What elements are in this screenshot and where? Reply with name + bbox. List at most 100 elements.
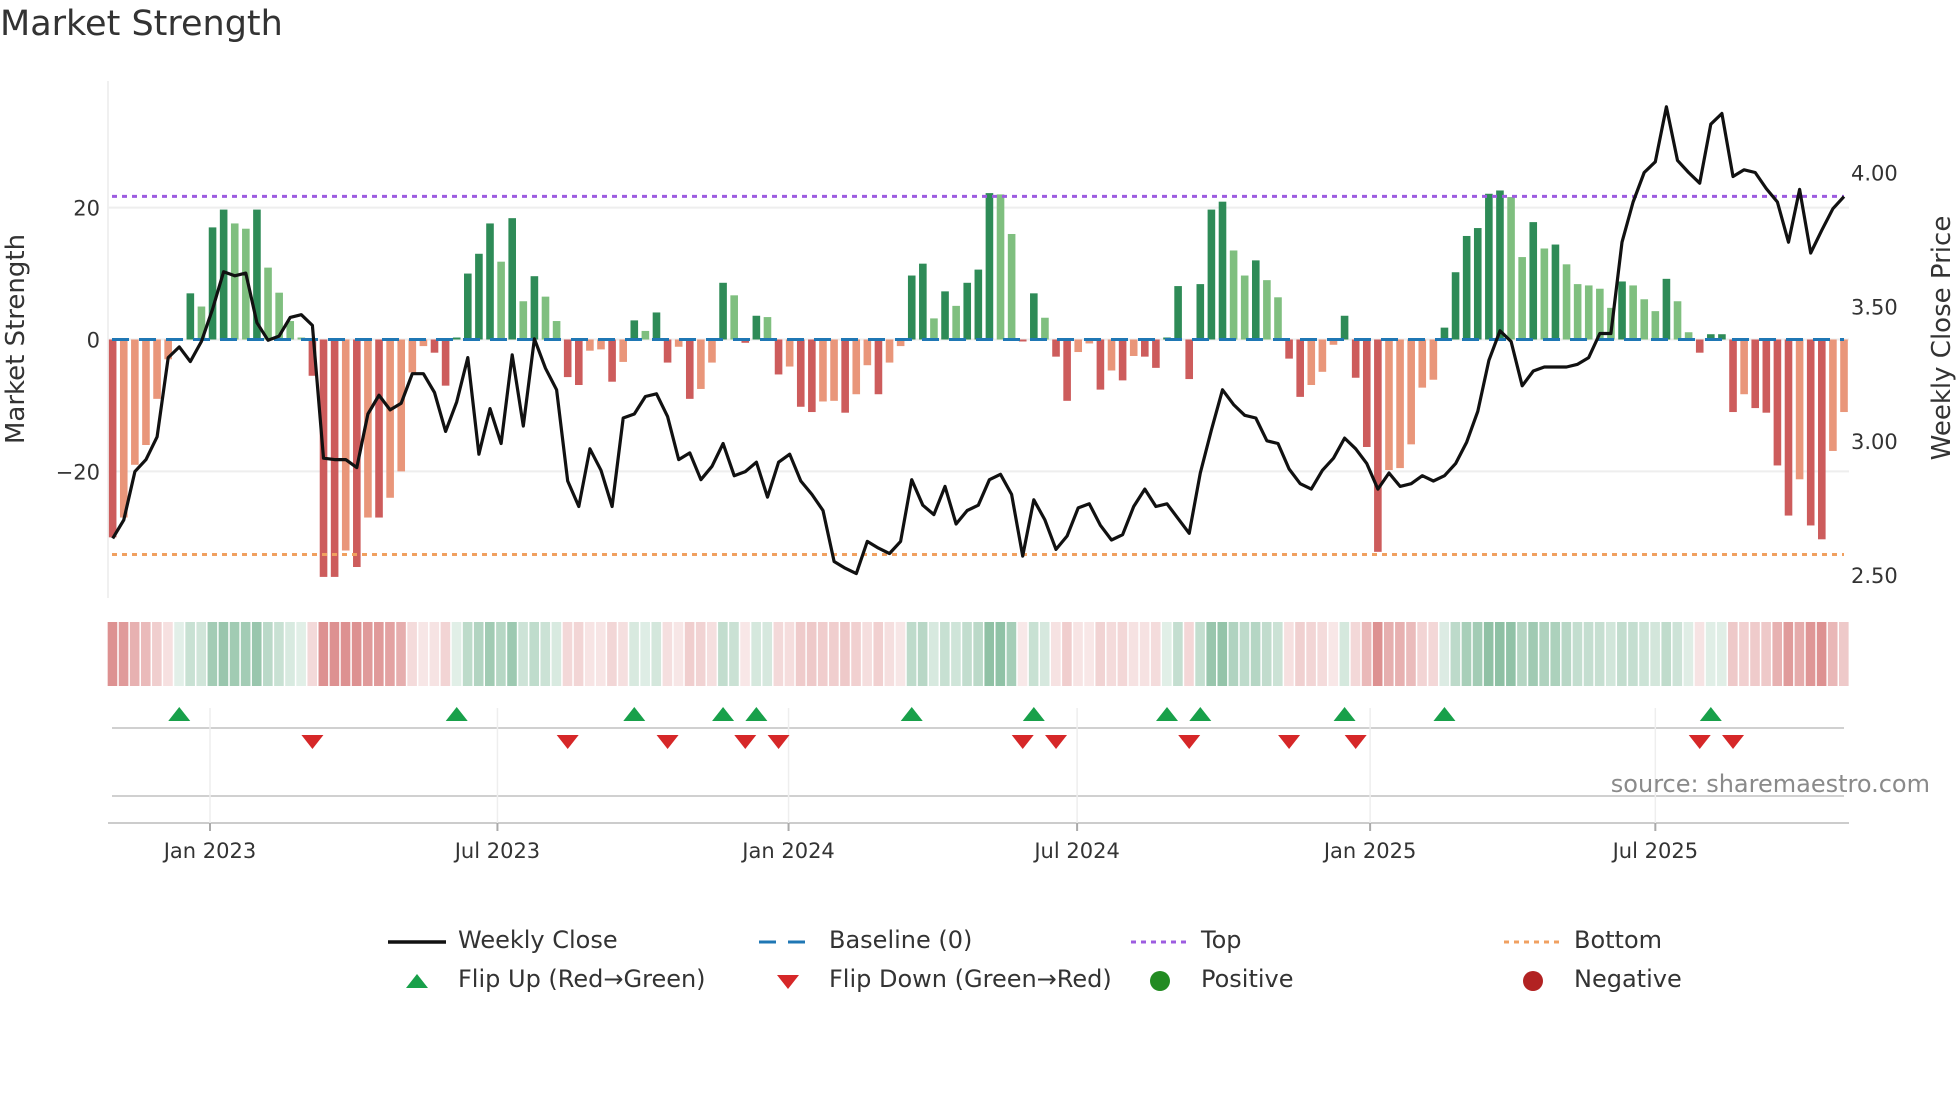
strip-cell <box>296 622 306 686</box>
strength-bar <box>430 339 439 353</box>
strip-cell <box>1583 622 1594 686</box>
strength-bar <box>1651 311 1660 340</box>
y-axis-label-left: Market Strength <box>1 234 31 444</box>
strip-cell <box>840 622 850 686</box>
strength-bar <box>885 339 894 363</box>
strip-cell <box>329 622 340 686</box>
strip-cell <box>629 622 639 686</box>
strip-cell <box>185 622 195 686</box>
strip-cell <box>207 622 218 686</box>
strip-cell <box>140 622 151 686</box>
strength-bar <box>108 339 117 538</box>
strength-bar <box>996 194 1005 340</box>
strength-bar <box>974 269 983 340</box>
flip-up-marker <box>1189 707 1212 721</box>
strength-bar <box>1074 339 1083 353</box>
strength-bar <box>1396 339 1404 469</box>
strip-cell <box>1173 622 1183 686</box>
strength-bar <box>1518 257 1526 340</box>
strip-cell <box>1117 622 1128 686</box>
strength-bar <box>1274 297 1282 340</box>
flip-down-marker <box>767 735 790 749</box>
strip-cell <box>806 622 817 686</box>
strength-bar <box>386 339 394 498</box>
strip-cell <box>784 622 795 686</box>
strength-bar <box>1340 315 1349 340</box>
strip-cell <box>1017 622 1028 686</box>
strength-bar <box>119 339 128 518</box>
strength-bar <box>608 339 616 382</box>
strength-bar <box>1107 339 1116 371</box>
strip-cell <box>174 622 184 686</box>
strip-cell <box>1350 622 1361 686</box>
strength-bar <box>1795 339 1804 480</box>
strip-cell <box>862 622 872 686</box>
strength-bar <box>1251 260 1260 340</box>
strip-cell <box>362 622 373 686</box>
strip-cell <box>851 622 861 686</box>
strip-cell <box>1028 622 1039 686</box>
y-axis-label-right: Weekly Close Price <box>1927 216 1957 461</box>
strength-bar <box>1451 272 1460 340</box>
strength-bar <box>1185 339 1194 380</box>
strength-bar <box>1818 339 1826 540</box>
strip-cell <box>1494 622 1505 686</box>
strength-bar <box>1762 339 1771 413</box>
strength-bar <box>796 339 805 407</box>
strip-cell <box>595 622 606 686</box>
strip-cell <box>1250 622 1261 686</box>
flip-up-marker <box>745 707 768 721</box>
strip-cell <box>118 622 129 686</box>
strip-cell <box>340 622 351 686</box>
x-tick-label: Jul 2025 <box>1611 839 1698 863</box>
flip-down-marker <box>1278 735 1301 749</box>
strip-cell <box>984 622 995 686</box>
strip-cell <box>1783 622 1794 686</box>
flip-up-marker <box>900 707 923 721</box>
strip-cell <box>451 622 462 686</box>
flip-up-marker <box>712 707 735 721</box>
strength-bar <box>1551 244 1560 340</box>
strength-bar <box>1573 284 1582 340</box>
strip-cell <box>1261 622 1272 686</box>
strip-cell <box>1528 622 1538 686</box>
strip-cell <box>751 622 761 686</box>
strip-cell <box>684 622 695 686</box>
strip-cell <box>1672 622 1683 686</box>
strength-bar <box>1263 280 1271 340</box>
strip-cell <box>385 622 395 686</box>
strength-bar <box>519 301 528 340</box>
flip-up-marker <box>1699 707 1722 721</box>
strip-cell <box>1594 622 1605 686</box>
strip-cell <box>285 622 295 686</box>
strip-cell <box>651 622 662 686</box>
strip-cell <box>1517 622 1527 686</box>
flip-down-marker <box>1045 735 1068 749</box>
strength-bar <box>830 339 838 401</box>
strip-cell <box>1162 622 1172 686</box>
strip-cell <box>1361 622 1372 686</box>
strip-cell <box>518 622 528 686</box>
strip-cell <box>640 622 650 686</box>
strip-cell <box>1383 622 1394 686</box>
strip-cell <box>1228 622 1239 686</box>
strip-cell <box>1827 622 1838 686</box>
strength-bar <box>1507 197 1515 340</box>
x-tick-label: Jul 2023 <box>453 839 540 863</box>
strip-cell <box>1062 622 1072 686</box>
strip-cell <box>1461 622 1472 686</box>
strip-cell <box>1772 622 1783 686</box>
flip-up-marker <box>623 707 646 721</box>
strength-bar <box>1030 293 1038 340</box>
strength-bar <box>697 339 705 389</box>
strength-bar <box>441 339 450 386</box>
strength-bar <box>1063 339 1071 401</box>
flip-up-marker <box>1433 707 1456 721</box>
strip-cell <box>1683 622 1694 686</box>
strength-bar <box>774 339 783 375</box>
strip-cell <box>229 622 240 686</box>
strength-bar <box>941 291 949 340</box>
strength-bar <box>1052 339 1060 357</box>
strength-bar <box>1529 222 1538 340</box>
strength-bar <box>1141 339 1149 357</box>
